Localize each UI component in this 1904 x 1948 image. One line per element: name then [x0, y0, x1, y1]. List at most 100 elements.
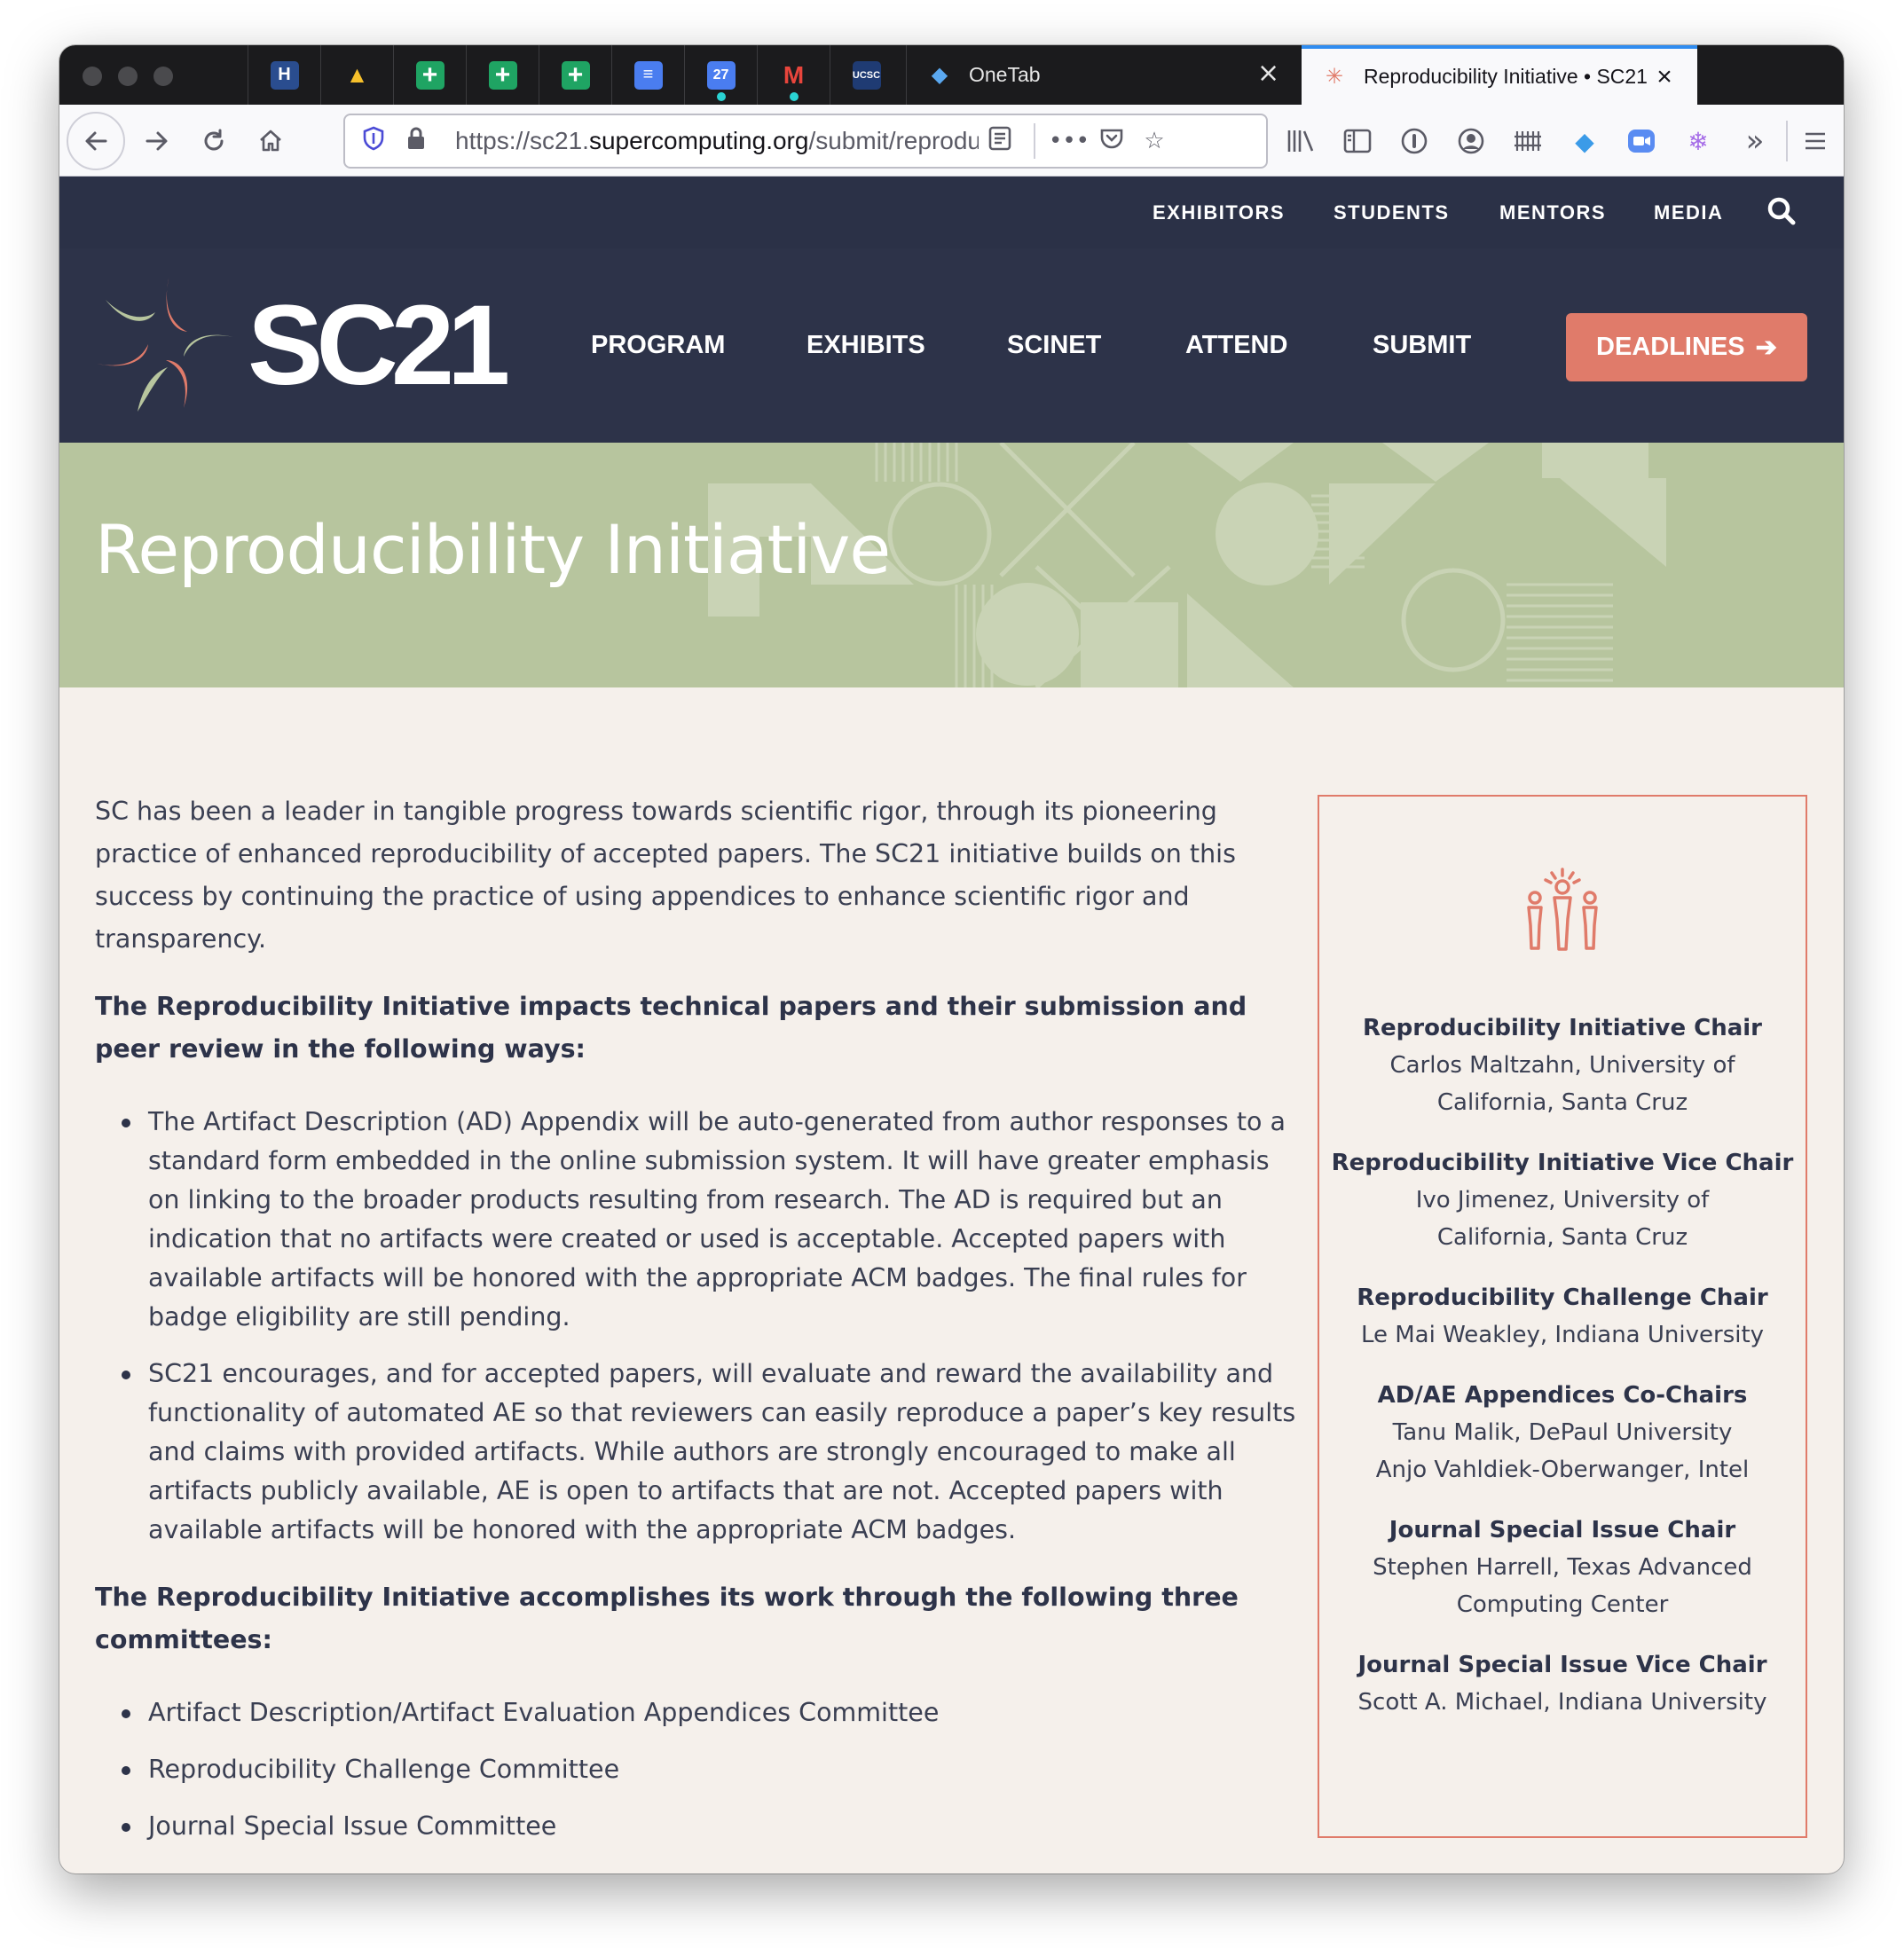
role-entry: AD/AE Appendices Co-Chairs Tanu Malik, D…	[1319, 1377, 1806, 1488]
page-title: Reproducibility Initiative	[95, 510, 891, 589]
nav-scinet[interactable]: SCINET	[1007, 248, 1101, 443]
forward-button[interactable]	[130, 114, 184, 168]
role-title: Reproducibility Challenge Chair	[1357, 1284, 1768, 1311]
minimize-window-button[interactable]	[118, 67, 138, 86]
role-title: Reproducibility Initiative Chair	[1363, 1015, 1762, 1041]
browser-window: H ▲ + + + ≡ 27 M UCSC ◆ OneTab ✳ Reprodu…	[59, 45, 1844, 1873]
tab-onetab[interactable]: ◆ OneTab	[906, 45, 1362, 105]
pinned-tab[interactable]: +	[539, 45, 611, 105]
reload-button[interactable]	[187, 114, 240, 168]
lock-icon[interactable]	[395, 126, 437, 157]
pinned-tab[interactable]: M	[757, 45, 830, 105]
pinned-tab[interactable]: ≡	[611, 45, 684, 105]
search-icon[interactable]	[1766, 196, 1797, 230]
nav-submit[interactable]: SUBMIT	[1373, 248, 1471, 443]
pinned-tab[interactable]: 27	[684, 45, 757, 105]
tab-reproducibility[interactable]: ✳ Reproducibility Initiative • SC21 ×	[1302, 45, 1697, 105]
google-sheets-icon: +	[488, 60, 517, 90]
role-names: Le Mai Weakley, Indiana University	[1360, 1322, 1765, 1348]
url-bar[interactable]: https://sc21.supercomputing.org/submit/r…	[343, 114, 1268, 169]
gmail-icon: M	[783, 60, 805, 89]
role-names: Anjo Vahldiek-Oberwanger, Intel	[1375, 1457, 1750, 1483]
pocket-icon[interactable]	[1090, 126, 1133, 157]
util-link-media[interactable]: MEDIA	[1654, 177, 1723, 248]
pinned-tab[interactable]: UCSC	[830, 45, 902, 105]
impacts-heading: The Reproducibility Initiative impacts t…	[95, 992, 1247, 1064]
pinned-tab[interactable]: +	[393, 45, 466, 105]
back-button[interactable]	[67, 112, 125, 170]
nav-exhibits[interactable]: EXHIBITS	[806, 248, 925, 443]
sc21-logo[interactable]: SC21	[91, 268, 510, 419]
intro-paragraph: SC has been a leader in tangible progres…	[95, 797, 1236, 954]
pinned-tab[interactable]: +	[466, 45, 539, 105]
google-docs-icon: ≡	[633, 60, 663, 90]
tab-strip: H ▲ + + + ≡ 27 M UCSC ◆ OneTab ✳ Reprodu…	[59, 45, 1844, 105]
close-tab-icon[interactable]: ×	[1651, 62, 1678, 92]
impacts-list: The Artifact Description (AD) Appendix w…	[122, 1103, 1302, 1550]
utility-nav: EXHIBITORS STUDENTS MENTORS MEDIA	[59, 177, 1844, 248]
arrow-left-icon	[85, 131, 107, 151]
chairs-sidebar: Reproducibility Initiative Chair Carlos …	[1318, 795, 1807, 1838]
list-item: Journal Special Issue Committee	[122, 1807, 1302, 1846]
util-link-mentors[interactable]: MENTORS	[1499, 177, 1606, 248]
hamburger-menu-icon[interactable]	[1791, 117, 1839, 165]
overflow-menu-icon[interactable]: »	[1731, 117, 1779, 165]
tab-label: Reproducibility Initiative • SC21	[1364, 65, 1648, 88]
url-domain: supercomputing.org	[588, 127, 809, 154]
sc21-favicon: ✳	[1325, 65, 1344, 89]
zoom-window-button[interactable]	[153, 67, 173, 86]
onepassword-icon[interactable]	[1390, 117, 1438, 165]
util-link-exhibitors[interactable]: EXHIBITORS	[1153, 177, 1285, 248]
home-button[interactable]	[244, 114, 297, 168]
list-item: The Artifact Description (AD) Appendix w…	[122, 1103, 1302, 1337]
snowflake-extension-icon[interactable]: ❄	[1674, 117, 1722, 165]
app-icon: H	[270, 60, 299, 90]
google-drive-icon: ▲	[345, 61, 369, 88]
sidebar-icon[interactable]	[1334, 117, 1381, 165]
close-tab-icon[interactable]: ×	[1257, 58, 1279, 89]
bookmark-star-icon[interactable]: ☆	[1133, 128, 1176, 154]
role-entry: Journal Special Issue Vice Chair Scott A…	[1319, 1646, 1806, 1721]
role-entry: Reproducibility Initiative Vice Chair Iv…	[1319, 1144, 1806, 1256]
google-sheets-icon: +	[415, 60, 445, 90]
account-icon[interactable]	[1447, 117, 1495, 165]
url-text[interactable]: https://sc21.supercomputing.org/submit/r…	[455, 127, 979, 155]
extension-grid-icon[interactable]	[1504, 117, 1552, 165]
main-nav: SC21 PROGRAM EXHIBITS SCINET ATTEND SUBM…	[59, 248, 1844, 443]
deadlines-label: DEADLINES	[1596, 333, 1745, 361]
library-icon[interactable]	[1277, 117, 1325, 165]
list-item: Reproducibility Challenge Committee	[122, 1750, 1302, 1789]
browser-toolbar: https://sc21.supercomputing.org/submit/r…	[59, 105, 1844, 177]
deadlines-button[interactable]: DEADLINES ➔	[1566, 313, 1807, 381]
page-actions-icon[interactable]: •••	[1048, 128, 1090, 154]
pinned-tab[interactable]: H	[248, 45, 320, 105]
divider	[1034, 123, 1035, 159]
util-link-students[interactable]: STUDENTS	[1334, 177, 1450, 248]
ucsc-icon: UCSC	[852, 60, 881, 90]
google-calendar-icon: 27	[706, 60, 736, 90]
nav-program[interactable]: PROGRAM	[591, 248, 725, 443]
people-group-icon	[1522, 868, 1602, 953]
role-entry: Reproducibility Challenge Chair Le Mai W…	[1319, 1279, 1806, 1354]
pinned-tab[interactable]: ▲	[320, 45, 393, 105]
list-item: SC21 encourages, and for accepted papers…	[122, 1355, 1302, 1550]
role-names: Scott A. Michael, Indiana University	[1357, 1689, 1767, 1716]
role-title: AD/AE Appendices Co-Chairs	[1377, 1382, 1748, 1409]
google-sheets-icon: +	[561, 60, 590, 90]
reader-view-icon[interactable]	[979, 125, 1021, 158]
url-prefix: https://sc21.	[455, 127, 589, 154]
arrow-right-icon	[146, 131, 168, 151]
nav-attend[interactable]: ATTEND	[1185, 248, 1287, 443]
main-content: SC has been a leader in tangible progres…	[95, 790, 1302, 1873]
shield-icon[interactable]	[352, 126, 395, 157]
logo-text: SC21	[248, 282, 510, 409]
zoom-extension-icon[interactable]	[1617, 117, 1665, 165]
reload-icon	[204, 129, 224, 151]
notification-dot	[717, 92, 726, 101]
role-title: Journal Special Issue Chair	[1389, 1517, 1736, 1543]
close-window-button[interactable]	[83, 67, 102, 86]
role-names: Ivo Jimenez, University of California, S…	[1415, 1187, 1710, 1251]
notification-dot	[790, 92, 799, 101]
home-icon	[260, 130, 281, 152]
onetab-extension-icon[interactable]: ◆	[1561, 117, 1609, 165]
